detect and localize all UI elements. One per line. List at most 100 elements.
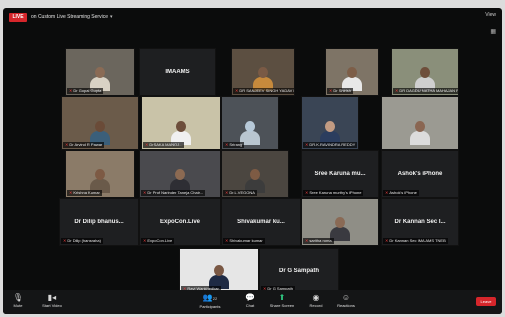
participant-tile[interactable]: ✕Ravi Wankhedkar <box>179 248 259 294</box>
mute-button[interactable]: 🎙 Mute <box>3 292 33 308</box>
participant-video-feed <box>253 67 273 91</box>
participant-tile[interactable]: ✕DrSAKA MANOJ... <box>141 96 221 150</box>
participant-head <box>175 169 185 180</box>
participant-name-label: ExpoCon.Live <box>147 238 173 243</box>
muted-mic-icon: ✕ <box>329 88 333 93</box>
participant-name-label: Shivakumar kumar <box>229 238 263 243</box>
participant-name-label: Dr Kannan Sec IMA AMS TNEB <box>389 238 446 243</box>
participant-tile[interactable]: Ashok's iPhone ✕Ashok's iPhone <box>381 150 459 198</box>
video-camera-icon: ▮◂ <box>47 293 57 302</box>
chat-button[interactable]: 💬 Chat <box>235 292 265 308</box>
participant-tile[interactable]: ✕DR.K.RAVINDRA REDDY <box>301 96 359 150</box>
participant-display-name: Ashok's iPhone <box>397 171 443 177</box>
live-badge[interactable]: LIVE <box>9 13 27 22</box>
participant-head <box>325 121 335 132</box>
participant-head <box>176 121 186 132</box>
leave-button[interactable]: Leave <box>476 297 496 306</box>
view-button[interactable]: View <box>485 12 496 18</box>
participant-display-name: Sree Karuna mu... <box>314 171 366 177</box>
participant-name-tag: ✕Dr Dilip (hansraha) <box>61 238 103 244</box>
participant-display-name: Shivakumar ku... <box>237 219 285 225</box>
muted-mic-icon: ✕ <box>225 238 229 243</box>
muted-mic-icon: ✕ <box>69 190 73 195</box>
muted-mic-icon: ✕ <box>225 190 229 195</box>
start-video-label: Start Video <box>42 303 62 308</box>
participant-name-tag: ✕Shivakumar kumar <box>223 238 265 244</box>
participant-name-label: Srirang <box>229 142 243 147</box>
participant-body <box>410 131 430 145</box>
reactions-label: Reactions <box>337 303 355 308</box>
muted-mic-icon: ✕ <box>143 238 147 243</box>
participant-name-label: DR SANJEEV SINGH YADAV NATI... <box>239 88 294 93</box>
participant-tile[interactable]: IMAAMS <box>139 48 216 96</box>
participant-video-feed <box>330 217 350 241</box>
participant-name-tag: ✕Dr Shirish <box>327 88 353 94</box>
participant-display-name: ExpoCon.Live <box>159 219 200 225</box>
participant-name-tag: ✕Dr Kannan Sec IMA AMS TNEB <box>383 238 448 244</box>
muted-mic-icon: ✕ <box>63 238 67 243</box>
muted-mic-icon: ✕ <box>385 238 389 243</box>
gallery-grid-icon[interactable]: ▦ <box>490 28 496 35</box>
participant-name-label: Dr.L.VEGONA <box>229 190 255 195</box>
participant-video-feed <box>415 67 435 91</box>
muted-mic-icon: ✕ <box>145 142 149 147</box>
participants-button[interactable]: 👥22 Participants <box>195 292 225 309</box>
participant-name-label: Dr Shirish <box>333 88 351 93</box>
zoom-window: LIVE on Custom Live Streaming Service ▾ V… <box>3 8 502 314</box>
participant-video-feed <box>320 121 340 145</box>
share-screen-icon: ⬆ <box>278 293 286 302</box>
streaming-service-dropdown[interactable]: on Custom Live Streaming Service ▾ <box>31 13 113 22</box>
participant-tile[interactable]: ✕Dr.L.VEGONA <box>221 150 289 198</box>
participant-tile[interactable]: Shivakumar ku... ✕Shivakumar kumar <box>221 198 301 246</box>
share-screen-label: Share Screen <box>269 303 295 308</box>
participant-name-tag: ✕Dr Gopal Gupta <box>67 88 104 94</box>
share-screen-button[interactable]: ⬆ Share Screen <box>267 292 297 308</box>
chat-label: Chat <box>245 303 255 308</box>
participant-tile[interactable]: ✕DR DAGDU NATHA MAHAJAN RAD... <box>391 48 459 96</box>
participant-name-tag: ✕Dr Prof Narinder Taneja Chair... <box>141 190 206 196</box>
participant-tile[interactable]: ✕Dr Shirish <box>325 48 379 96</box>
participant-tile[interactable]: ✕saritha roma <box>301 198 379 246</box>
meeting-toolbar: 🎙 Mute ▮◂ Start Video 👥22 Participants 💬… <box>3 290 502 314</box>
record-icon: ◉ <box>312 293 320 302</box>
participant-tile[interactable]: Dr G Sampath ✕Dr G Sampath <box>259 248 339 294</box>
participant-head <box>250 169 260 180</box>
participant-tile[interactable]: ✕Srirang <box>221 96 279 150</box>
participant-video-feed <box>209 265 229 289</box>
streaming-service-label: on Custom Live Streaming Service <box>31 14 108 20</box>
participant-name-tag: ✕ExpoCon.Live <box>141 238 175 244</box>
participant-tile[interactable]: Sree Karuna mu... ✕Sree Karuna murthy's i… <box>301 150 379 198</box>
participant-name-tag: ✕DR DAGDU NATHA MAHAJAN RAD... <box>393 88 458 94</box>
participant-name-tag: ✕saritha roma <box>303 238 334 244</box>
participant-name-tag: ✕Dr Arvind R Pawar <box>63 142 105 148</box>
participant-tile[interactable] <box>381 96 459 150</box>
participant-video-feed <box>90 67 110 91</box>
participant-video-feed <box>90 169 110 193</box>
participant-head <box>347 67 357 78</box>
record-button[interactable]: ◉ Record <box>301 292 331 308</box>
muted-mic-icon: ✕ <box>235 88 239 93</box>
chat-bubble-icon: 💬 <box>245 293 255 302</box>
microphone-icon: 🎙 <box>12 293 24 302</box>
participants-icon: 👥22 <box>202 293 218 302</box>
participant-tile[interactable]: ExpoCon.Live ✕ExpoCon.Live <box>139 198 221 246</box>
participant-tile[interactable]: ✕Dr Arvind R Pawar <box>61 96 139 150</box>
participant-tile[interactable]: Dr Dilip bhanus... ✕Dr Dilip (hansraha) <box>59 198 139 246</box>
participant-video-feed <box>90 121 110 145</box>
participant-tile[interactable]: ✕Dr Gopal Gupta <box>65 48 135 96</box>
start-video-button[interactable]: ▮◂ Start Video <box>37 292 67 308</box>
participant-tile[interactable]: ✕Krishna Kumar <box>65 150 135 198</box>
top-bar: LIVE on Custom Live Streaming Service ▾ V… <box>3 8 502 26</box>
participant-head <box>214 265 224 276</box>
muted-mic-icon: ✕ <box>65 142 69 147</box>
participant-tile[interactable]: ✕Dr Prof Narinder Taneja Chair... <box>139 150 221 198</box>
participant-name-label: Dr Arvind R Pawar <box>69 142 103 147</box>
reactions-button[interactable]: ☺ Reactions <box>331 292 361 308</box>
participant-tile[interactable]: Dr Kannan Sec I... ✕Dr Kannan Sec IMA AMS… <box>381 198 459 246</box>
participant-name-label: Dr Prof Narinder Taneja Chair... <box>147 190 204 195</box>
participant-name-tag: ✕DrSAKA MANOJ... <box>143 142 185 148</box>
participant-display-name: Dr Dilip bhanus... <box>74 219 124 225</box>
chevron-down-icon: ▾ <box>109 14 113 20</box>
muted-mic-icon: ✕ <box>305 190 309 195</box>
participant-tile[interactable]: ✕DR SANJEEV SINGH YADAV NATI... <box>231 48 295 96</box>
